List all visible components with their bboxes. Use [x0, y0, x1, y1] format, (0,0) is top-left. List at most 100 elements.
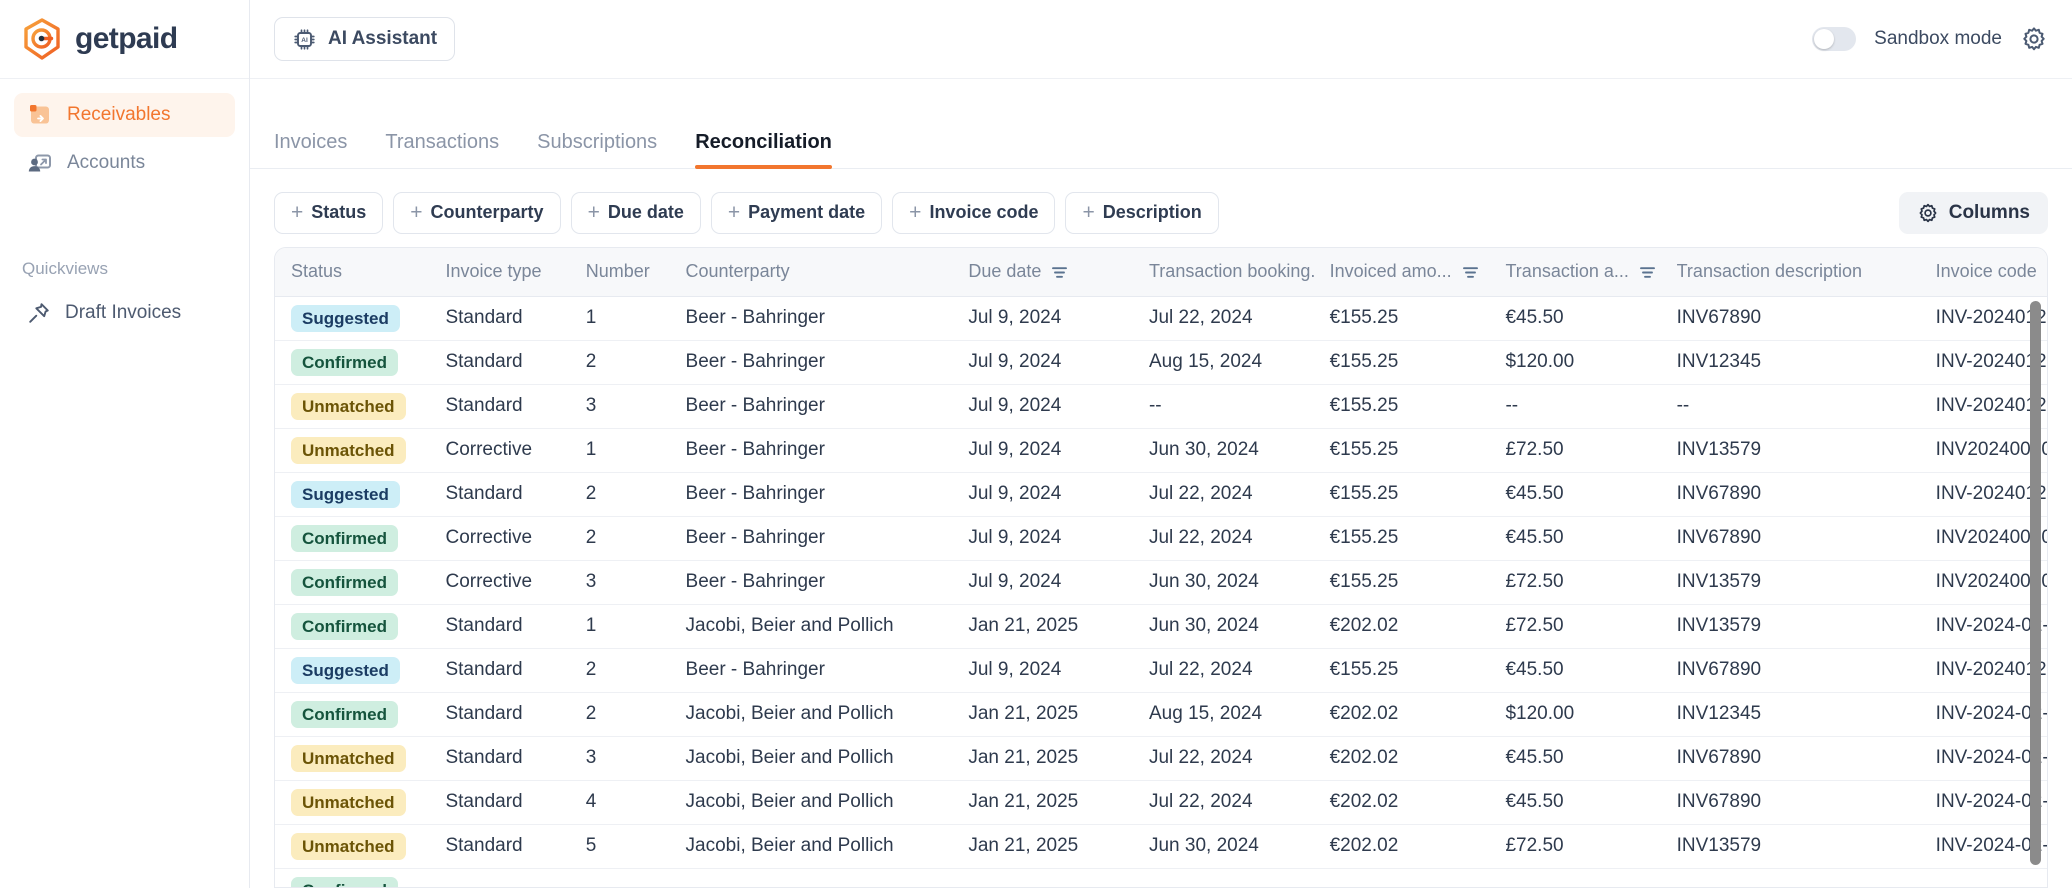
table-row[interactable]: Unmatched Standard 3 Beer - Bahringer Jul 9,… [275, 384, 2047, 429]
cell-invoice-type [429, 868, 570, 887]
status-badge: Confirmed [291, 700, 398, 728]
cell-counterparty: Jacobi, Beier and Pollich [669, 736, 953, 781]
cell-transaction-amount: £72.50 [1489, 560, 1661, 605]
cell-invoiced-amount: €202.02 [1313, 736, 1490, 781]
cell-counterparty: Jacobi, Beier and Pollich [669, 692, 953, 737]
tab-invoices[interactable]: Invoices [274, 131, 347, 168]
sandbox-mode-toggle[interactable] [1812, 27, 1857, 51]
filter-chip-status[interactable]: + Status [274, 191, 384, 234]
filter-chip-due-date[interactable]: + Due date [570, 191, 701, 234]
cell-invoiced-amount: €155.25 [1313, 516, 1490, 561]
column-label: Invoiced amo... [1329, 261, 1452, 282]
table-row[interactable]: Confirmed Standard 2 Jacobi, Beier and Poll… [275, 692, 2047, 737]
filter-chip-description[interactable]: + Description [1065, 191, 1219, 234]
cell-invoice-type: Standard [429, 780, 570, 825]
brand-name: getpaid [75, 22, 178, 55]
cell-status: Unmatched [275, 736, 430, 781]
ai-assistant-label: AI Assistant [328, 28, 438, 49]
scrollbar-thumb[interactable] [2030, 301, 2041, 865]
cell-invoiced-amount: €202.02 [1313, 604, 1490, 649]
cell-transaction-booking-date [1132, 868, 1314, 887]
cell-counterparty: Beer - Bahringer [669, 384, 953, 429]
filter-chip-label: Due date [607, 202, 684, 222]
column-header-transaction-booking-date[interactable]: Transaction booking... [1132, 248, 1314, 297]
gear-icon[interactable] [2020, 25, 2048, 53]
filter-chip-counterparty[interactable]: + Counterparty [393, 191, 561, 234]
filter-icon[interactable] [1639, 264, 1656, 279]
table-row[interactable]: Confirmed [275, 868, 2047, 887]
cell-invoiced-amount: €155.25 [1313, 560, 1490, 605]
cell-invoiced-amount: €155.25 [1313, 428, 1490, 473]
table-row[interactable]: Suggested Standard 2 Beer - Bahringer Jul 9,… [275, 472, 2047, 517]
sidebar-nav: Receivables Accounts [0, 79, 249, 189]
cell-invoice-type: Standard [429, 648, 570, 693]
filter-chip-invoice-code[interactable]: + Invoice code [892, 191, 1056, 234]
cell-transaction-description: INV67890 [1660, 472, 1920, 517]
table-row[interactable]: Unmatched Standard 5 Jacobi, Beier and Poll… [275, 824, 2047, 869]
brand[interactable]: getpaid [0, 0, 249, 79]
plus-icon: + [909, 201, 922, 224]
cell-invoice-type: Corrective [429, 560, 570, 605]
gear-icon [1917, 202, 1939, 224]
column-label: Transaction booking... [1148, 261, 1314, 282]
cell-transaction-amount: £72.50 [1489, 604, 1661, 649]
filter-chip-label: Invoice code [929, 202, 1039, 222]
ai-assistant-button[interactable]: AI AI Assistant [274, 17, 456, 61]
cell-transaction-booking-date: Jul 22, 2024 [1132, 780, 1314, 825]
column-header-invoice-code[interactable]: Invoice code [1919, 248, 2047, 297]
cell-number: 5 [569, 824, 670, 869]
sidebar-item-receivables[interactable]: Receivables [14, 93, 235, 137]
cell-invoiced-amount: €202.02 [1313, 692, 1490, 737]
table-row[interactable]: Confirmed Standard 1 Jacobi, Beier and Poll… [275, 604, 2047, 649]
toggle-knob [1814, 29, 1835, 49]
cell-due-date: Jan 21, 2025 [952, 780, 1133, 825]
column-header-transaction-amount[interactable]: Transaction a... [1489, 248, 1661, 297]
cell-transaction-description: INV12345 [1660, 340, 1920, 385]
table-row[interactable]: Unmatched Standard 4 Jacobi, Beier and Poll… [275, 780, 2047, 825]
cell-transaction-booking-date: Jul 22, 2024 [1132, 296, 1314, 341]
tab-reconciliation[interactable]: Reconciliation [695, 131, 832, 169]
cell-status: Suggested [275, 648, 430, 693]
column-header-number[interactable]: Number [569, 248, 670, 297]
table-row[interactable]: Suggested Standard 2 Beer - Bahringer Jul 9,… [275, 648, 2047, 693]
status-badge: Unmatched [291, 392, 406, 420]
table-row[interactable]: Confirmed Corrective 3 Beer - Bahringer Jul … [275, 560, 2047, 605]
filter-chip-payment-date[interactable]: + Payment date [710, 191, 883, 234]
columns-button[interactable]: Columns [1898, 191, 2048, 234]
column-header-status[interactable]: Status [275, 248, 430, 297]
cell-transaction-booking-date: Aug 15, 2024 [1132, 692, 1314, 737]
column-header-transaction-description[interactable]: Transaction description [1660, 248, 1920, 297]
cell-due-date [952, 868, 1133, 887]
cell-transaction-booking-date: Jun 30, 2024 [1132, 560, 1314, 605]
status-badge: Unmatched [291, 744, 406, 772]
table-row[interactable]: Confirmed Corrective 2 Beer - Bahringer Jul … [275, 516, 2047, 561]
column-header-due-date[interactable]: Due date [952, 248, 1133, 297]
tab-transactions[interactable]: Transactions [385, 131, 499, 168]
cell-transaction-amount: €45.50 [1489, 472, 1661, 517]
column-header-invoiced-amount[interactable]: Invoiced amo... [1313, 248, 1490, 297]
filter-icon[interactable] [1051, 264, 1068, 279]
table-vertical-scrollbar[interactable] [2030, 296, 2041, 887]
cell-number: 3 [569, 560, 670, 605]
table-row[interactable]: Suggested Standard 1 Beer - Bahringer Jul 9,… [275, 296, 2047, 341]
table-row[interactable]: Unmatched Corrective 1 Beer - Bahringer Jul … [275, 428, 2047, 473]
quickview-item-draft-invoices[interactable]: Draft Invoices [14, 293, 235, 333]
sidebar-item-label: Receivables [67, 104, 171, 125]
cell-due-date: Jan 21, 2025 [952, 824, 1133, 869]
cell-invoiced-amount: €155.25 [1313, 296, 1490, 341]
status-badge: Confirmed [291, 568, 398, 596]
table-row[interactable]: Unmatched Standard 3 Jacobi, Beier and Poll… [275, 736, 2047, 781]
sidebar-item-accounts[interactable]: Accounts [14, 141, 235, 185]
cell-number [569, 868, 670, 887]
filter-icon[interactable] [1462, 264, 1479, 279]
tab-subscriptions[interactable]: Subscriptions [537, 131, 657, 168]
column-header-counterparty[interactable]: Counterparty [669, 248, 953, 297]
filter-chip-label: Description [1102, 202, 1202, 222]
cell-status: Suggested [275, 296, 430, 341]
table-row[interactable]: Confirmed Standard 2 Beer - Bahringer Jul 9,… [275, 340, 2047, 385]
cell-invoice-code: INV-2024-02-00 [1919, 604, 2047, 649]
column-header-invoice-type[interactable]: Invoice type [429, 248, 570, 297]
column-label: Invoice code [1935, 261, 2037, 282]
cell-due-date: Jul 9, 2024 [952, 648, 1133, 693]
cell-number: 4 [569, 780, 670, 825]
